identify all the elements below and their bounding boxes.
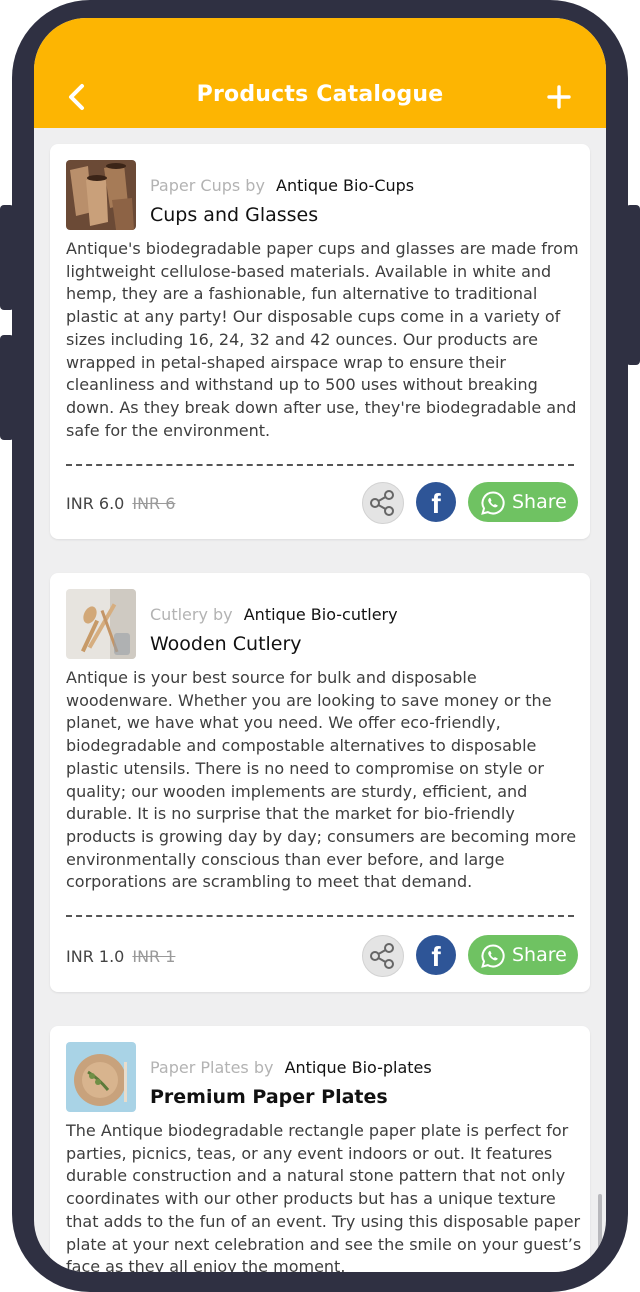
share-button[interactable] [362, 482, 404, 524]
price-row: INR 1.0 INR 1 [66, 947, 175, 966]
product-thumbnail-paper-plates [66, 1042, 136, 1112]
whatsapp-icon [481, 491, 505, 515]
volume-down-button [0, 335, 14, 440]
product-category: Paper Cups [150, 176, 241, 195]
product-name: Wooden Cutlery [150, 633, 302, 655]
product-thumbnail-paper-cups [66, 160, 136, 230]
product-description: Antique's biodegradable paper cups and g… [66, 239, 579, 440]
facebook-icon: f [431, 941, 441, 972]
dashed-divider [66, 915, 574, 917]
product-thumbnail-cutlery [66, 589, 136, 659]
product-meta: Paper Plates by Antique Bio-plates [150, 1058, 432, 1077]
original-price: INR 1 [132, 947, 176, 966]
share-button[interactable] [362, 935, 404, 977]
dashed-divider [66, 464, 574, 466]
product-name: Premium Paper Plates [150, 1086, 388, 1108]
by-label: by [213, 605, 233, 624]
page-title: Products Catalogue [196, 82, 444, 107]
product-brand: Antique Bio-cutlery [243, 605, 398, 624]
product-card[interactable]: Cutlery by Antique Bio-cutlery Wooden Cu… [50, 573, 590, 992]
product-category: Paper Plates [150, 1058, 249, 1077]
original-price: INR 6 [132, 494, 176, 513]
by-label: by [253, 1058, 274, 1077]
current-price: INR 6.0 [66, 494, 125, 513]
add-product-button[interactable] [542, 80, 576, 114]
product-description: The Antique biodegradable rectangle pape… [66, 1121, 582, 1272]
product-name: Cups and Glasses [150, 204, 319, 226]
facebook-icon: f [431, 488, 441, 519]
product-card[interactable]: Paper Plates by Antique Bio-plates Premi… [50, 1026, 590, 1272]
product-meta: Cutlery by Antique Bio-cutlery [150, 605, 398, 624]
product-meta: Paper Cups by Antique Bio-Cups [150, 176, 414, 195]
product-category: Cutlery [150, 605, 208, 624]
facebook-share-button[interactable]: f [416, 482, 456, 522]
product-list[interactable]: Paper Cups by Antique Bio-Cups Cups and … [34, 128, 606, 1272]
product-description: Antique is your best source for bulk and… [66, 668, 577, 892]
product-brand: Antique Bio-Cups [276, 176, 415, 195]
by-label: by [245, 176, 265, 195]
current-price: INR 1.0 [66, 947, 125, 966]
whatsapp-icon [481, 944, 505, 968]
price-row: INR 6.0 INR 6 [66, 494, 175, 513]
share-nodes-icon [370, 943, 394, 969]
scrollbar[interactable] [598, 1194, 602, 1272]
app-header: Products Catalogue [34, 18, 606, 128]
whatsapp-share-label: Share [512, 491, 567, 513]
product-brand: Antique Bio-plates [284, 1058, 432, 1077]
whatsapp-share-button[interactable]: Share [468, 482, 578, 522]
product-card[interactable]: Paper Cups by Antique Bio-Cups Cups and … [50, 144, 590, 539]
power-button [626, 205, 640, 365]
app-screen: Products Catalogue Paper Cups by Antique… [34, 18, 606, 1272]
whatsapp-share-button[interactable]: Share [468, 935, 578, 975]
share-nodes-icon [370, 490, 394, 516]
volume-up-button [0, 205, 14, 310]
facebook-share-button[interactable]: f [416, 935, 456, 975]
plus-icon [547, 85, 571, 109]
whatsapp-share-label: Share [512, 944, 567, 966]
